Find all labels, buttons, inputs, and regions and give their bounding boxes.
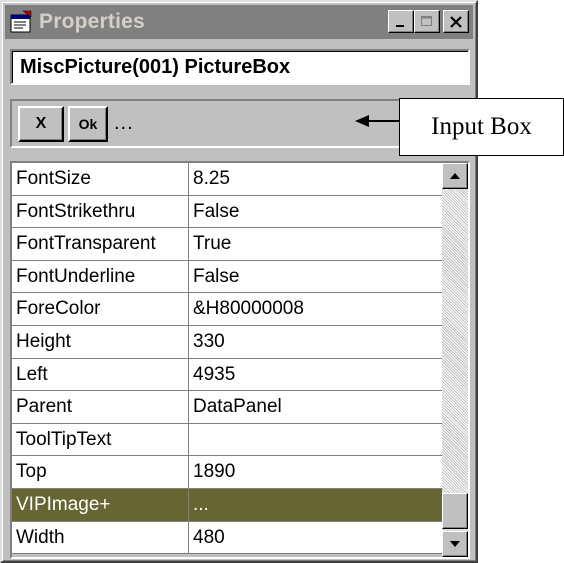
cancel-button[interactable]: X [18,105,64,142]
property-row[interactable]: ToolTipText [12,423,442,457]
object-name: MiscPicture(001) PictureBox [20,55,291,78]
property-name: Top [12,456,189,488]
scroll-thumb[interactable] [442,493,468,529]
arrow-down-icon [450,541,460,547]
ok-label: Ok [78,115,98,132]
property-name: FontSize [12,163,189,195]
close-icon [450,15,462,28]
property-row[interactable]: Parent DataPanel [12,391,442,424]
property-row[interactable]: FontSize 8.25 [12,163,442,196]
property-row[interactable]: Height 330 [12,325,442,359]
property-name: Parent [12,391,189,423]
title-bar[interactable]: Properties [5,5,473,39]
property-value[interactable]: False [189,196,442,228]
property-row[interactable]: Left 4935 [12,358,442,392]
property-name: Height [12,325,189,358]
property-value[interactable]: True [189,228,442,260]
property-value[interactable]: &H80000008 [189,293,442,325]
property-row[interactable]: FontTransparent True [12,228,442,261]
maximize-icon [421,15,432,26]
property-value[interactable]: 330 [189,326,442,358]
property-name: VIPImage+ [12,488,189,521]
property-row[interactable]: ForeColor &H80000008 [12,293,442,326]
property-row[interactable]: Top 1890 [12,456,442,489]
property-row[interactable]: Width 480 [12,521,442,555]
property-name: ForeColor [12,293,189,325]
properties-icon[interactable] [9,10,33,34]
property-name: Width [12,521,189,554]
window-title: Properties [39,10,145,33]
properties-window: Properties MiscPicture(001) PictureBox X… [0,0,478,563]
property-name: ToolTipText [12,423,189,456]
minimize-icon [396,24,404,27]
property-row[interactable]: FontStrikethru False [12,195,442,229]
property-grid: FontSize 8.25 FontStrikethru False FontTrans… [10,161,470,559]
property-row[interactable]: FontUnderline False [12,260,442,294]
object-selector[interactable]: MiscPicture(001) PictureBox [10,49,470,85]
property-name: FontUnderline [12,260,189,293]
property-list: FontSize 8.25 FontStrikethru False FontTrans… [12,163,442,555]
property-name: FontTransparent [12,228,189,260]
cancel-label: X [35,114,47,132]
maximize-button[interactable] [414,10,440,33]
property-value[interactable] [189,424,442,456]
minimize-button[interactable] [388,10,414,33]
property-value[interactable]: False [189,261,442,293]
input-box[interactable]: ... [114,112,134,135]
scroll-up-button[interactable] [442,163,468,189]
annotation-text: Input Box [431,113,532,140]
scroll-down-button[interactable] [442,531,468,557]
property-value[interactable]: DataPanel [189,391,442,423]
property-row[interactable]: VIPImage+... [12,488,442,522]
arrow-up-icon [450,173,460,179]
window-controls [388,10,469,33]
property-value[interactable]: ... [189,489,442,521]
close-button[interactable] [443,10,469,33]
property-name: Left [12,358,189,391]
property-value[interactable]: 4935 [189,359,442,391]
vertical-scrollbar[interactable] [442,163,468,557]
property-value[interactable]: 480 [189,522,442,554]
property-value[interactable]: 1890 [189,456,442,488]
ok-button[interactable]: Ok [68,105,108,142]
annotation-arrow [355,115,399,127]
property-name: FontStrikethru [12,195,189,228]
property-value[interactable]: 8.25 [189,163,442,195]
annotation-label: Input Box [399,98,564,156]
